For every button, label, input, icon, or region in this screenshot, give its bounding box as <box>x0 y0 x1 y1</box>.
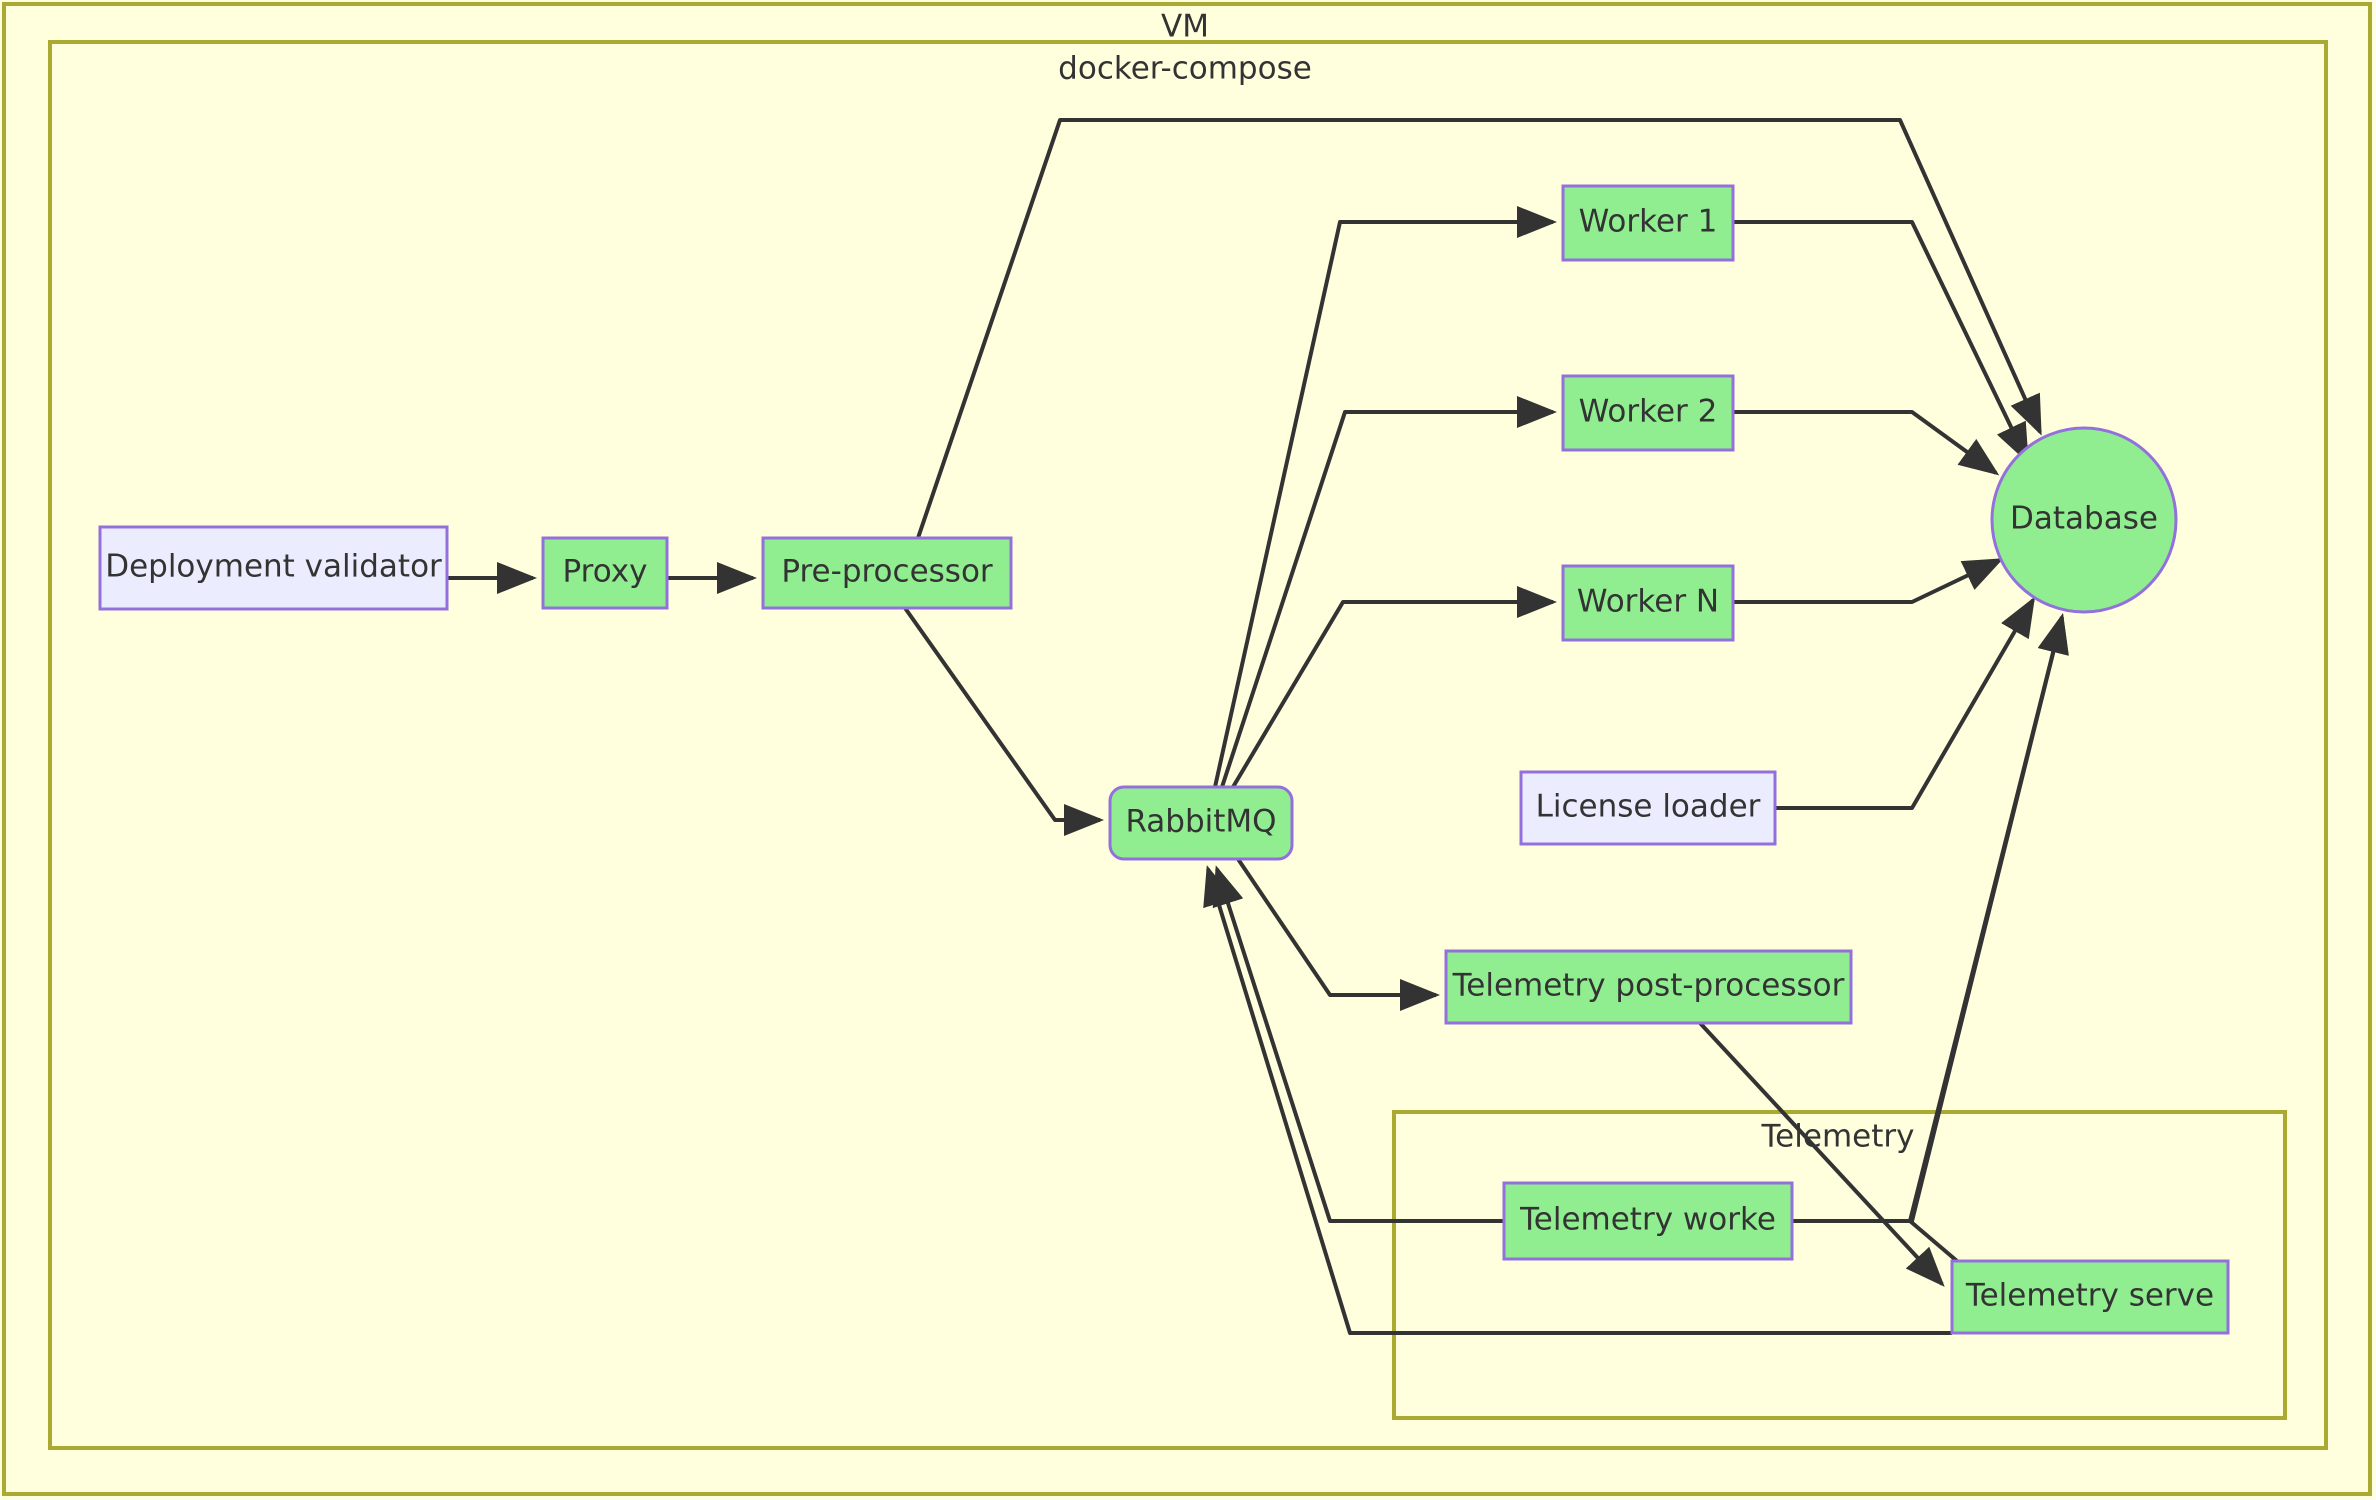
node-label-telemetry-worker: Telemetry worke <box>1519 1202 1776 1238</box>
cluster-label-telemetry: Telemetry <box>1761 1119 1915 1155</box>
cluster-label-vm: VM <box>1161 9 1209 45</box>
node-worker-2[interactable]: Worker 2 <box>1561 374 1735 452</box>
node-proxy[interactable]: Proxy <box>541 536 669 610</box>
node-telemetry-server[interactable]: Telemetry serve <box>1950 1259 2230 1335</box>
node-telemetry-post-processor[interactable]: Telemetry post-processor <box>1444 949 1853 1025</box>
node-label-pre-processor: Pre-processor <box>781 554 993 590</box>
node-label-telemetry-post-processor: Telemetry post-processor <box>1452 968 1845 1004</box>
node-rabbitmq[interactable]: RabbitMQ <box>1108 785 1294 861</box>
node-label-license-loader: License loader <box>1536 789 1761 825</box>
node-label-worker-n: Worker N <box>1577 584 1719 620</box>
node-label-rabbitmq: RabbitMQ <box>1125 804 1276 840</box>
node-label-worker-1: Worker 1 <box>1579 204 1718 240</box>
node-telemetry-worker[interactable]: Telemetry worke <box>1502 1181 1794 1261</box>
architecture-diagram: VM docker-compose Telemetry Deployment val… <box>2 2 2372 1496</box>
node-label-telemetry-server: Telemetry serve <box>1965 1278 2214 1314</box>
node-label-deployment-validator: Deployment validator <box>105 549 442 585</box>
node-database[interactable]: Database <box>1990 426 2178 614</box>
node-label-database: Database <box>2010 501 2158 537</box>
node-pre-processor[interactable]: Pre-processor <box>761 536 1013 610</box>
node-label-worker-2: Worker 2 <box>1579 394 1718 430</box>
node-worker-n[interactable]: Worker N <box>1561 564 1735 642</box>
cluster-label-docker-compose: docker-compose <box>1058 51 1312 87</box>
node-worker-1[interactable]: Worker 1 <box>1561 184 1735 262</box>
diagram-canvas: VM docker-compose Telemetry Deployment val… <box>0 0 2376 1500</box>
node-deployment-validator[interactable]: Deployment validator <box>98 525 449 611</box>
node-license-loader[interactable]: License loader <box>1519 770 1777 846</box>
node-label-proxy: Proxy <box>563 554 648 590</box>
